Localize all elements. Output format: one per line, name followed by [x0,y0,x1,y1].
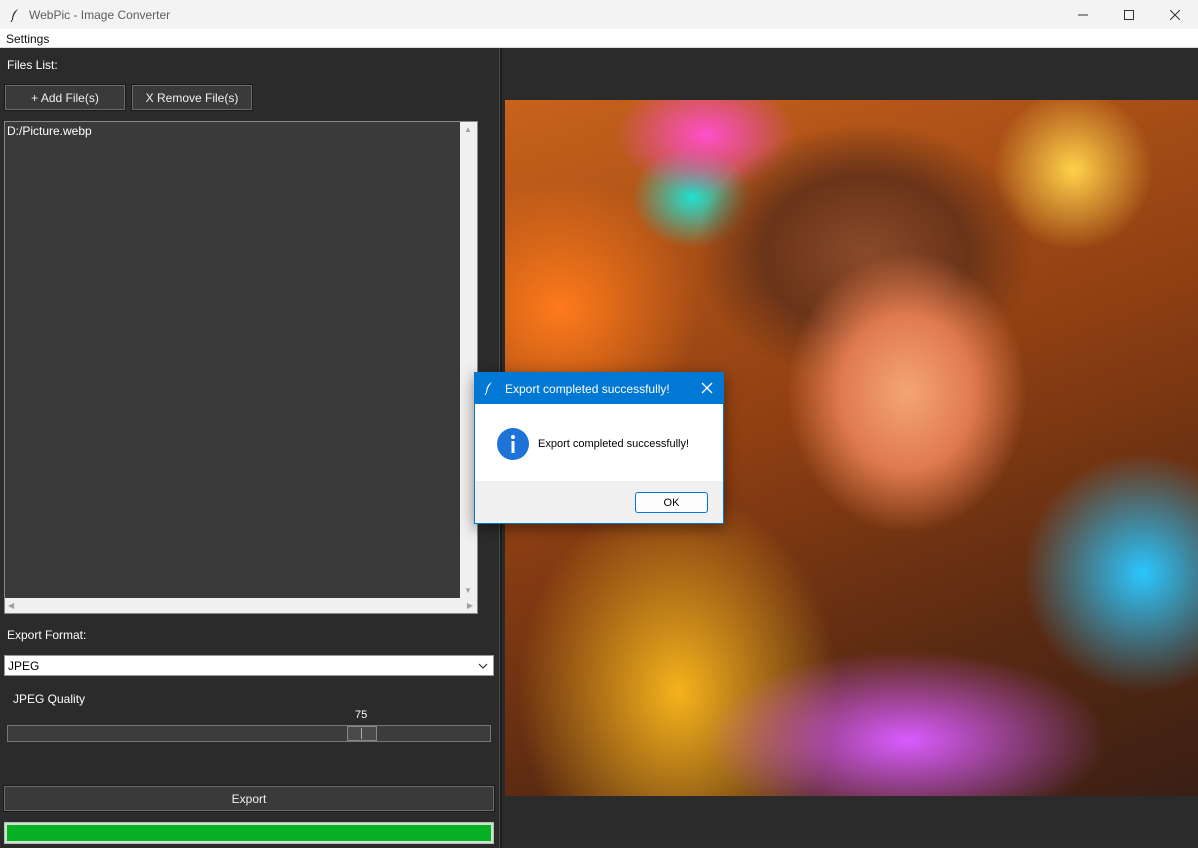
export-format-value: JPEG [8,659,40,673]
files-list-label: Files List: [7,58,58,72]
dialog-message: Export completed successfully! [538,438,690,450]
feather-icon [484,381,494,398]
progress-fill [7,825,491,841]
add-files-button[interactable]: + Add File(s) [4,84,126,111]
menu-settings[interactable]: Settings [6,32,49,46]
menubar: Settings [0,29,1198,48]
jpeg-quality-slider[interactable] [7,725,491,742]
dialog-titlebar: Export completed successfully! [475,373,723,404]
minimize-button[interactable] [1060,0,1106,29]
export-format-label: Export Format: [7,628,87,642]
info-icon [496,427,530,464]
chevron-down-icon [478,660,488,674]
jpeg-quality-value: 75 [355,709,368,721]
export-button[interactable]: Export [3,785,495,812]
window-controls [1060,0,1198,29]
window-title: WebPic - Image Converter [29,7,171,22]
jpeg-quality-label: JPEG Quality [13,692,86,706]
scroll-left-icon[interactable]: ◀ [8,601,14,610]
scroll-up-icon[interactable]: ▲ [464,125,472,134]
feather-icon [8,8,22,22]
export-progress-bar [4,822,494,844]
export-format-select[interactable]: JPEG [4,655,494,676]
maximize-button[interactable] [1106,0,1152,29]
ok-button[interactable]: OK [635,492,708,513]
scroll-down-icon[interactable]: ▼ [464,586,472,595]
dialog-title: Export completed successfully! [505,382,670,396]
remove-files-button[interactable]: X Remove File(s) [131,84,253,111]
minimize-icon [1078,14,1088,15]
slider-handle[interactable] [347,726,377,741]
list-item[interactable]: D:/Picture.webp [7,124,92,138]
maximize-icon [1124,9,1134,20]
horizontal-scrollbar[interactable]: ◀ ▶ [5,598,477,613]
dialog-footer: OK [475,481,723,523]
files-listbox[interactable]: D:/Picture.webp ▲ ▼ ◀ ▶ [4,121,478,614]
scroll-right-icon[interactable]: ▶ [467,601,473,610]
vertical-scrollbar[interactable]: ▲ ▼ [460,122,477,598]
close-button[interactable] [1152,0,1198,29]
dialog-close-icon[interactable] [699,380,715,396]
close-icon [1170,9,1180,20]
message-dialog: Export completed successfully! Export co… [474,372,724,524]
window-titlebar: WebPic - Image Converter [0,0,1198,29]
